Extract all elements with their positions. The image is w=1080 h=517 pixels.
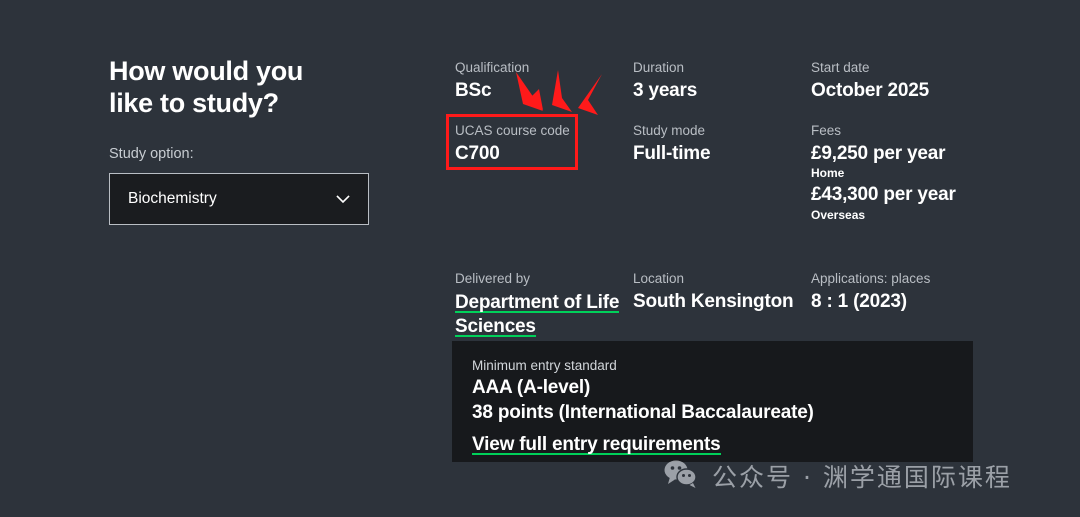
field-value: 3 years [633,79,698,101]
study-option-panel: How would you like to study? Study optio… [109,56,409,225]
page-title: How would you like to study? [109,56,304,118]
department-link[interactable]: Department of Life Sciences [455,292,619,338]
view-full-entry-requirements-link[interactable]: View full entry requirements [472,434,721,456]
details-row-1: Qualification BSc Duration 3 years Start… [455,60,1015,103]
ucas-course-code-field: UCAS course code C700 [455,123,633,226]
study-option-label: Study option: [109,145,194,162]
field-label: Fees [811,122,842,138]
field-label: UCAS course code [455,122,570,138]
field-value: BSc [455,79,492,101]
field-label: Applications: places [811,271,931,287]
field-value: C700 [455,142,500,164]
entry-standard-label: Minimum entry standard [472,358,617,373]
field-location: Location South Kensington [633,271,811,340]
details-row-3: Delivered by Department of Life Sciences… [455,271,1015,340]
field-study-mode: Study mode Full-time [633,123,811,226]
field-value: Full-time [633,142,711,164]
field-start-date: Start date October 2025 [811,60,1011,103]
field-label: Delivered by [455,271,531,287]
field-duration: Duration 3 years [633,60,811,103]
entry-standard-alevel: AAA (A-level) [472,377,591,398]
field-label: Start date [811,60,870,75]
fees-overseas-note: Overseas [811,208,866,223]
field-label: Study mode [633,122,706,138]
field-label: Location [633,271,685,287]
fees-home-value: £9,250 per year [811,142,946,164]
study-option-select[interactable]: Biochemistry [109,172,369,225]
field-label: Qualification [455,60,530,75]
minimum-entry-standard-panel: Minimum entry standard AAA (A-level) 38 … [452,341,973,462]
field-fees: Fees £9,250 per year Home £43,300 per ye… [811,123,1011,226]
details-row-2: UCAS course code C700 Study mode Full-ti… [455,123,1015,226]
study-option-selected-value: Biochemistry [128,189,217,207]
field-applications-places: Applications: places 8 : 1 (2023) [811,271,1011,340]
chevron-down-icon [334,190,352,208]
course-details: Qualification BSc Duration 3 years Start… [455,60,1015,340]
field-value: October 2025 [811,79,929,101]
entry-standard-ib: 38 points (International Baccalaureate) [472,402,814,424]
watermark: 公众号 · 渊学通国际课程 [663,458,1012,494]
fees-overseas-value: £43,300 per year [811,184,956,206]
wechat-icon [663,459,699,494]
watermark-text: 公众号 · 渊学通国际课程 [712,463,1012,492]
field-value: 8 : 1 (2023) [811,291,907,313]
field-value: South Kensington [633,291,794,313]
field-label: Duration [633,60,685,75]
field-qualification: Qualification BSc [455,60,633,103]
field-delivered-by: Delivered by Department of Life Sciences [455,271,633,340]
fees-home-note: Home [811,166,845,181]
